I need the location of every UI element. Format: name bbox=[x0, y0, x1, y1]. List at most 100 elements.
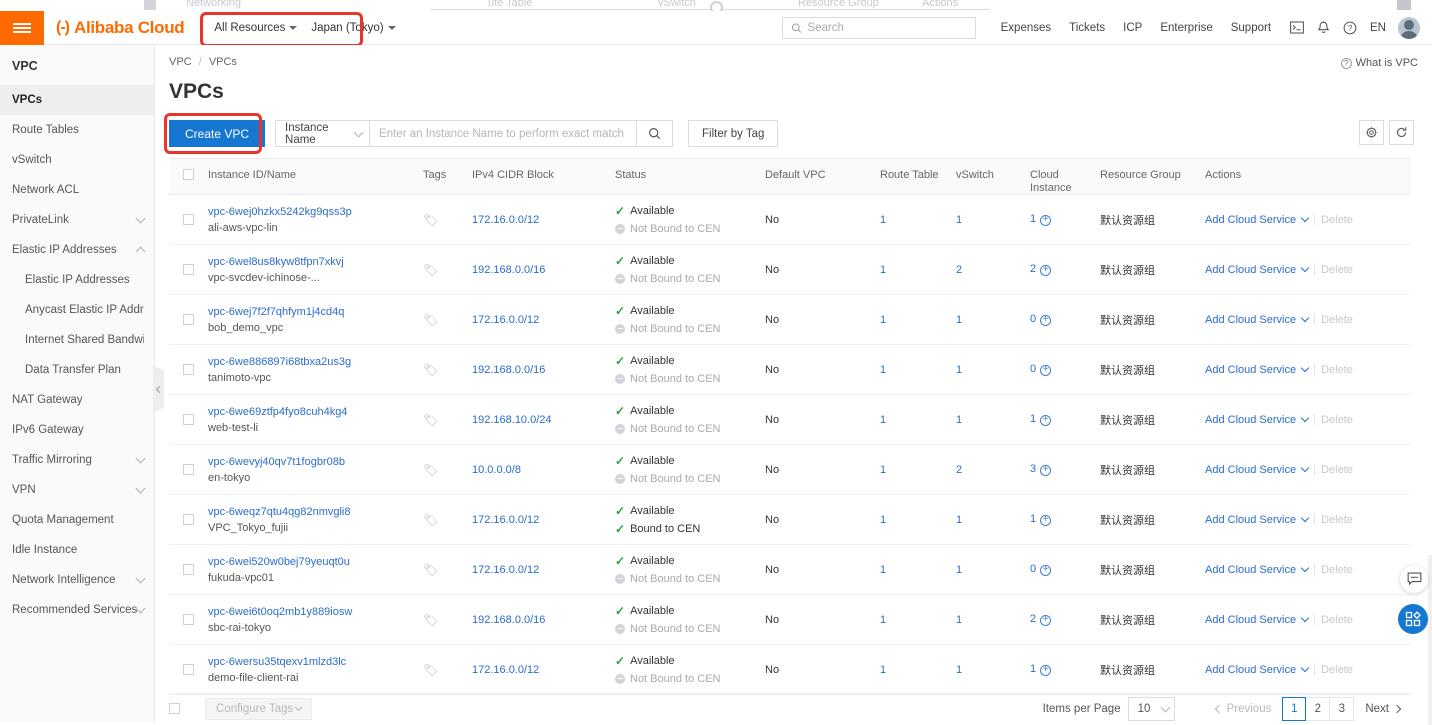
apps-grid-icon[interactable] bbox=[1398, 604, 1428, 634]
chevron-down-icon[interactable] bbox=[1300, 463, 1310, 473]
cidr-link[interactable]: 172.16.0.0/12 bbox=[472, 514, 539, 526]
tag-icon[interactable]: 🏷 bbox=[423, 563, 438, 577]
row-checkbox[interactable] bbox=[183, 564, 194, 575]
header-link-support[interactable]: Support bbox=[1222, 22, 1280, 34]
sidebar-item-nat-gateway[interactable]: NAT Gateway bbox=[0, 385, 154, 415]
route-table-count-link[interactable]: 1 bbox=[880, 464, 886, 476]
add-cloud-service-button[interactable]: Add Cloud Service bbox=[1205, 564, 1296, 576]
gear-icon[interactable] bbox=[1359, 120, 1384, 145]
add-cloud-service-button[interactable]: Add Cloud Service bbox=[1205, 364, 1296, 376]
route-table-count-link[interactable]: 1 bbox=[880, 514, 886, 526]
sidebar-subitem-elastic-ip-addresses[interactable]: Elastic IP Addresses bbox=[0, 265, 154, 295]
tag-icon[interactable]: 🏷 bbox=[423, 463, 438, 477]
tag-icon[interactable]: 🏷 bbox=[423, 263, 438, 277]
sidebar-item-route-tables[interactable]: Route Tables bbox=[0, 115, 154, 145]
cidr-link[interactable]: 192.168.0.0/16 bbox=[472, 264, 545, 276]
tag-icon[interactable]: 🏷 bbox=[423, 213, 438, 227]
items-per-page-select[interactable]: 10 bbox=[1127, 696, 1175, 721]
cloud-instance-count-link[interactable]: 1 bbox=[1030, 213, 1036, 225]
sidebar-item-vpcs[interactable]: VPCs bbox=[0, 85, 154, 115]
global-search-box[interactable] bbox=[781, 16, 976, 39]
vswitch-count-link[interactable]: 1 bbox=[956, 564, 962, 576]
row-checkbox[interactable] bbox=[183, 514, 194, 525]
header-link-expenses[interactable]: Expenses bbox=[992, 22, 1061, 34]
tag-icon[interactable]: 🏷 bbox=[423, 663, 438, 677]
page-number-2[interactable]: 2 bbox=[1306, 696, 1331, 721]
footer-select-all-checkbox[interactable] bbox=[169, 703, 180, 714]
cloud-instance-count-link[interactable]: 0 bbox=[1030, 563, 1036, 575]
breadcrumb-item-vpc[interactable]: VPC bbox=[169, 56, 192, 68]
vswitch-count-link[interactable]: 2 bbox=[956, 264, 962, 276]
sidebar-item-traffic-mirroring[interactable]: Traffic Mirroring bbox=[0, 445, 154, 475]
vswitch-count-link[interactable]: 1 bbox=[956, 314, 962, 326]
add-cloud-instance-icon[interactable]: + bbox=[1040, 414, 1052, 426]
next-page-button[interactable]: Next bbox=[1354, 697, 1411, 721]
cloud-instance-count-link[interactable]: 2 bbox=[1030, 263, 1036, 275]
instance-id-link[interactable]: vpc-6we69ztfp4fyo8cuh4kg4 bbox=[208, 404, 423, 420]
page-number-3[interactable]: 3 bbox=[1330, 696, 1355, 721]
cidr-link[interactable]: 192.168.0.0/16 bbox=[472, 364, 545, 376]
tag-icon[interactable]: 🏷 bbox=[423, 313, 438, 327]
cloud-instance-count-link[interactable]: 3 bbox=[1030, 463, 1036, 475]
route-table-count-link[interactable]: 1 bbox=[880, 564, 886, 576]
route-table-count-link[interactable]: 1 bbox=[880, 664, 886, 676]
row-checkbox[interactable] bbox=[183, 614, 194, 625]
vswitch-count-link[interactable]: 1 bbox=[956, 364, 962, 376]
add-cloud-service-button[interactable]: Add Cloud Service bbox=[1205, 214, 1296, 226]
tag-icon[interactable]: 🏷 bbox=[423, 613, 438, 627]
row-checkbox[interactable] bbox=[183, 664, 194, 675]
vswitch-count-link[interactable]: 1 bbox=[956, 214, 962, 226]
cidr-link[interactable]: 172.16.0.0/12 bbox=[472, 214, 539, 226]
search-submit-button[interactable] bbox=[637, 120, 674, 147]
bell-icon[interactable] bbox=[1317, 20, 1330, 35]
sidebar-subitem-data-transfer-plan[interactable]: Data Transfer Plan bbox=[0, 355, 154, 385]
region-dropdown[interactable]: Japan (Tokyo) bbox=[311, 22, 396, 34]
instance-id-link[interactable]: vpc-6weqz7qtu4qg82nmvgli8 bbox=[208, 504, 423, 520]
header-link-tickets[interactable]: Tickets bbox=[1060, 22, 1114, 34]
instance-id-link[interactable]: vpc-6we886897i68tbxa2us3g bbox=[208, 354, 423, 370]
chevron-down-icon[interactable] bbox=[1300, 663, 1310, 673]
global-search-input[interactable] bbox=[807, 21, 967, 34]
row-checkbox[interactable] bbox=[183, 314, 194, 325]
what-is-vpc-link[interactable]: ? What is VPC bbox=[1340, 57, 1418, 69]
sidebar-item-ipv6-gateway[interactable]: IPv6 Gateway bbox=[0, 415, 154, 445]
all-resources-dropdown[interactable]: All Resources bbox=[214, 22, 298, 34]
sidebar-item-recommended-services[interactable]: Recommended Services bbox=[0, 595, 154, 625]
cidr-link[interactable]: 192.168.0.0/16 bbox=[472, 614, 545, 626]
sidebar-subitem-anycast-elastic-ip-addresses[interactable]: Anycast Elastic IP Addresses bbox=[0, 295, 154, 325]
instance-id-link[interactable]: vpc-6wel8us8kyw8tfpn7xkvj bbox=[208, 254, 423, 270]
cloud-instance-count-link[interactable]: 2 bbox=[1030, 613, 1036, 625]
sidebar-item-quota-management[interactable]: Quota Management bbox=[0, 505, 154, 535]
chevron-down-icon[interactable] bbox=[1300, 313, 1310, 323]
console-icon[interactable] bbox=[1290, 21, 1304, 34]
cidr-link[interactable]: 10.0.0.0/8 bbox=[472, 464, 521, 476]
add-cloud-instance-icon[interactable]: + bbox=[1040, 564, 1052, 576]
tag-icon[interactable]: 🏷 bbox=[423, 363, 438, 377]
add-cloud-instance-icon[interactable]: + bbox=[1040, 314, 1052, 326]
add-cloud-instance-icon[interactable]: + bbox=[1040, 364, 1052, 376]
cidr-link[interactable]: 192.168.10.0/24 bbox=[472, 414, 552, 426]
cloud-instance-count-link[interactable]: 1 bbox=[1030, 413, 1036, 425]
sidebar-item-elastic-ip-addresses[interactable]: Elastic IP Addresses bbox=[0, 235, 154, 265]
add-cloud-instance-icon[interactable]: + bbox=[1040, 264, 1052, 276]
page-number-1[interactable]: 1 bbox=[1282, 696, 1307, 721]
filter-type-select[interactable]: Instance Name bbox=[275, 120, 370, 147]
chevron-down-icon[interactable] bbox=[1300, 563, 1310, 573]
instance-id-link[interactable]: vpc-6wei520w0bej79yeuqt0u bbox=[208, 554, 423, 570]
cidr-link[interactable]: 172.16.0.0/12 bbox=[472, 664, 539, 676]
sidebar-collapse-handle[interactable] bbox=[153, 365, 164, 413]
add-cloud-service-button[interactable]: Add Cloud Service bbox=[1205, 414, 1296, 426]
chevron-down-icon[interactable] bbox=[1300, 263, 1310, 273]
row-checkbox[interactable] bbox=[183, 364, 194, 375]
chevron-down-icon[interactable] bbox=[1300, 363, 1310, 373]
add-cloud-service-button[interactable]: Add Cloud Service bbox=[1205, 314, 1296, 326]
header-link-icp[interactable]: ICP bbox=[1114, 22, 1151, 34]
instance-search-wrap[interactable] bbox=[369, 120, 638, 147]
route-table-count-link[interactable]: 1 bbox=[880, 214, 886, 226]
add-cloud-service-button[interactable]: Add Cloud Service bbox=[1205, 464, 1296, 476]
create-vpc-button[interactable]: Create VPC bbox=[169, 120, 266, 147]
sidebar-item-privatelink[interactable]: PrivateLink bbox=[0, 205, 154, 235]
add-cloud-instance-icon[interactable]: + bbox=[1040, 664, 1052, 676]
add-cloud-instance-icon[interactable]: + bbox=[1040, 514, 1052, 526]
route-table-count-link[interactable]: 1 bbox=[880, 614, 886, 626]
